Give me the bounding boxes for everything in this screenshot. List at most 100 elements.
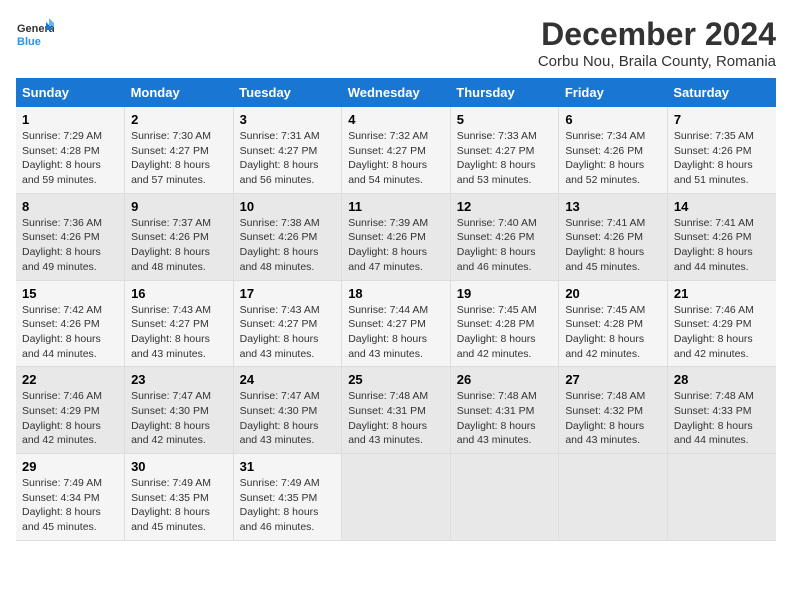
day-info: Sunrise: 7:44 AMSunset: 4:27 PMDaylight:… bbox=[348, 303, 444, 362]
day-number: 9 bbox=[131, 199, 227, 214]
header-friday: Friday bbox=[559, 78, 668, 107]
calendar-day-cell: 18 Sunrise: 7:44 AMSunset: 4:27 PMDaylig… bbox=[342, 280, 451, 367]
day-info: Sunrise: 7:46 AMSunset: 4:29 PMDaylight:… bbox=[22, 389, 118, 448]
calendar-table: SundayMondayTuesdayWednesdayThursdayFrid… bbox=[16, 78, 776, 541]
header-wednesday: Wednesday bbox=[342, 78, 451, 107]
calendar-day-cell: 24 Sunrise: 7:47 AMSunset: 4:30 PMDaylig… bbox=[233, 367, 342, 454]
calendar-day-cell: 20 Sunrise: 7:45 AMSunset: 4:28 PMDaylig… bbox=[559, 280, 668, 367]
day-info: Sunrise: 7:49 AMSunset: 4:35 PMDaylight:… bbox=[240, 476, 336, 535]
day-number: 13 bbox=[565, 199, 661, 214]
day-number: 26 bbox=[457, 372, 553, 387]
day-number: 2 bbox=[131, 112, 227, 127]
calendar-week-row: 22 Sunrise: 7:46 AMSunset: 4:29 PMDaylig… bbox=[16, 367, 776, 454]
day-number: 15 bbox=[22, 286, 118, 301]
day-info: Sunrise: 7:42 AMSunset: 4:26 PMDaylight:… bbox=[22, 303, 118, 362]
day-number: 3 bbox=[240, 112, 336, 127]
day-info: Sunrise: 7:31 AMSunset: 4:27 PMDaylight:… bbox=[240, 129, 336, 188]
day-info: Sunrise: 7:46 AMSunset: 4:29 PMDaylight:… bbox=[674, 303, 770, 362]
day-info: Sunrise: 7:30 AMSunset: 4:27 PMDaylight:… bbox=[131, 129, 227, 188]
calendar-empty-cell bbox=[450, 454, 559, 541]
calendar-day-cell: 2 Sunrise: 7:30 AMSunset: 4:27 PMDayligh… bbox=[125, 107, 234, 193]
day-info: Sunrise: 7:47 AMSunset: 4:30 PMDaylight:… bbox=[131, 389, 227, 448]
calendar-day-cell: 10 Sunrise: 7:38 AMSunset: 4:26 PMDaylig… bbox=[233, 193, 342, 280]
calendar-day-cell: 22 Sunrise: 7:46 AMSunset: 4:29 PMDaylig… bbox=[16, 367, 125, 454]
day-number: 18 bbox=[348, 286, 444, 301]
day-number: 10 bbox=[240, 199, 336, 214]
day-number: 27 bbox=[565, 372, 661, 387]
day-number: 23 bbox=[131, 372, 227, 387]
calendar-day-cell: 8 Sunrise: 7:36 AMSunset: 4:26 PMDayligh… bbox=[16, 193, 125, 280]
calendar-week-row: 1 Sunrise: 7:29 AMSunset: 4:28 PMDayligh… bbox=[16, 107, 776, 193]
day-number: 16 bbox=[131, 286, 227, 301]
day-info: Sunrise: 7:48 AMSunset: 4:31 PMDaylight:… bbox=[348, 389, 444, 448]
day-info: Sunrise: 7:45 AMSunset: 4:28 PMDaylight:… bbox=[457, 303, 553, 362]
day-info: Sunrise: 7:40 AMSunset: 4:26 PMDaylight:… bbox=[457, 216, 553, 275]
day-number: 5 bbox=[457, 112, 553, 127]
calendar-week-row: 8 Sunrise: 7:36 AMSunset: 4:26 PMDayligh… bbox=[16, 193, 776, 280]
calendar-location: Corbu Nou, Braila County, Romania bbox=[538, 53, 776, 70]
day-number: 12 bbox=[457, 199, 553, 214]
day-number: 28 bbox=[674, 372, 770, 387]
day-number: 25 bbox=[348, 372, 444, 387]
day-info: Sunrise: 7:48 AMSunset: 4:31 PMDaylight:… bbox=[457, 389, 553, 448]
calendar-header-row: SundayMondayTuesdayWednesdayThursdayFrid… bbox=[16, 78, 776, 107]
calendar-day-cell: 30 Sunrise: 7:49 AMSunset: 4:35 PMDaylig… bbox=[125, 454, 234, 541]
day-info: Sunrise: 7:48 AMSunset: 4:32 PMDaylight:… bbox=[565, 389, 661, 448]
day-info: Sunrise: 7:39 AMSunset: 4:26 PMDaylight:… bbox=[348, 216, 444, 275]
calendar-month-year: December 2024 bbox=[538, 16, 776, 53]
day-info: Sunrise: 7:33 AMSunset: 4:27 PMDaylight:… bbox=[457, 129, 553, 188]
calendar-week-row: 29 Sunrise: 7:49 AMSunset: 4:34 PMDaylig… bbox=[16, 454, 776, 541]
calendar-day-cell: 25 Sunrise: 7:48 AMSunset: 4:31 PMDaylig… bbox=[342, 367, 451, 454]
svg-text:Blue: Blue bbox=[17, 36, 41, 48]
day-number: 30 bbox=[131, 459, 227, 474]
calendar-day-cell: 29 Sunrise: 7:49 AMSunset: 4:34 PMDaylig… bbox=[16, 454, 125, 541]
calendar-day-cell: 1 Sunrise: 7:29 AMSunset: 4:28 PMDayligh… bbox=[16, 107, 125, 193]
day-number: 4 bbox=[348, 112, 444, 127]
day-info: Sunrise: 7:38 AMSunset: 4:26 PMDaylight:… bbox=[240, 216, 336, 275]
day-number: 20 bbox=[565, 286, 661, 301]
day-info: Sunrise: 7:41 AMSunset: 4:26 PMDaylight:… bbox=[565, 216, 661, 275]
day-info: Sunrise: 7:48 AMSunset: 4:33 PMDaylight:… bbox=[674, 389, 770, 448]
calendar-day-cell: 27 Sunrise: 7:48 AMSunset: 4:32 PMDaylig… bbox=[559, 367, 668, 454]
calendar-day-cell: 3 Sunrise: 7:31 AMSunset: 4:27 PMDayligh… bbox=[233, 107, 342, 193]
calendar-empty-cell bbox=[342, 454, 451, 541]
day-number: 21 bbox=[674, 286, 770, 301]
day-info: Sunrise: 7:32 AMSunset: 4:27 PMDaylight:… bbox=[348, 129, 444, 188]
day-number: 29 bbox=[22, 459, 118, 474]
calendar-day-cell: 31 Sunrise: 7:49 AMSunset: 4:35 PMDaylig… bbox=[233, 454, 342, 541]
calendar-day-cell: 21 Sunrise: 7:46 AMSunset: 4:29 PMDaylig… bbox=[667, 280, 776, 367]
header-tuesday: Tuesday bbox=[233, 78, 342, 107]
calendar-day-cell: 11 Sunrise: 7:39 AMSunset: 4:26 PMDaylig… bbox=[342, 193, 451, 280]
calendar-day-cell: 23 Sunrise: 7:47 AMSunset: 4:30 PMDaylig… bbox=[125, 367, 234, 454]
day-info: Sunrise: 7:35 AMSunset: 4:26 PMDaylight:… bbox=[674, 129, 770, 188]
day-number: 19 bbox=[457, 286, 553, 301]
day-info: Sunrise: 7:41 AMSunset: 4:26 PMDaylight:… bbox=[674, 216, 770, 275]
day-number: 1 bbox=[22, 112, 118, 127]
calendar-day-cell: 6 Sunrise: 7:34 AMSunset: 4:26 PMDayligh… bbox=[559, 107, 668, 193]
calendar-day-cell: 17 Sunrise: 7:43 AMSunset: 4:27 PMDaylig… bbox=[233, 280, 342, 367]
day-number: 7 bbox=[674, 112, 770, 127]
calendar-day-cell: 4 Sunrise: 7:32 AMSunset: 4:27 PMDayligh… bbox=[342, 107, 451, 193]
header-monday: Monday bbox=[125, 78, 234, 107]
calendar-empty-cell bbox=[559, 454, 668, 541]
logo-svg: General Blue bbox=[16, 16, 54, 54]
header-sunday: Sunday bbox=[16, 78, 125, 107]
calendar-day-cell: 15 Sunrise: 7:42 AMSunset: 4:26 PMDaylig… bbox=[16, 280, 125, 367]
logo: General Blue bbox=[16, 16, 54, 54]
day-info: Sunrise: 7:49 AMSunset: 4:35 PMDaylight:… bbox=[131, 476, 227, 535]
day-number: 22 bbox=[22, 372, 118, 387]
day-number: 17 bbox=[240, 286, 336, 301]
logo-image: General Blue bbox=[16, 16, 54, 54]
calendar-title-block: December 2024 Corbu Nou, Braila County, … bbox=[538, 16, 776, 70]
day-number: 8 bbox=[22, 199, 118, 214]
calendar-day-cell: 13 Sunrise: 7:41 AMSunset: 4:26 PMDaylig… bbox=[559, 193, 668, 280]
day-info: Sunrise: 7:43 AMSunset: 4:27 PMDaylight:… bbox=[240, 303, 336, 362]
calendar-day-cell: 28 Sunrise: 7:48 AMSunset: 4:33 PMDaylig… bbox=[667, 367, 776, 454]
day-info: Sunrise: 7:37 AMSunset: 4:26 PMDaylight:… bbox=[131, 216, 227, 275]
day-info: Sunrise: 7:45 AMSunset: 4:28 PMDaylight:… bbox=[565, 303, 661, 362]
calendar-day-cell: 9 Sunrise: 7:37 AMSunset: 4:26 PMDayligh… bbox=[125, 193, 234, 280]
day-number: 14 bbox=[674, 199, 770, 214]
calendar-day-cell: 16 Sunrise: 7:43 AMSunset: 4:27 PMDaylig… bbox=[125, 280, 234, 367]
header-thursday: Thursday bbox=[450, 78, 559, 107]
day-info: Sunrise: 7:29 AMSunset: 4:28 PMDaylight:… bbox=[22, 129, 118, 188]
